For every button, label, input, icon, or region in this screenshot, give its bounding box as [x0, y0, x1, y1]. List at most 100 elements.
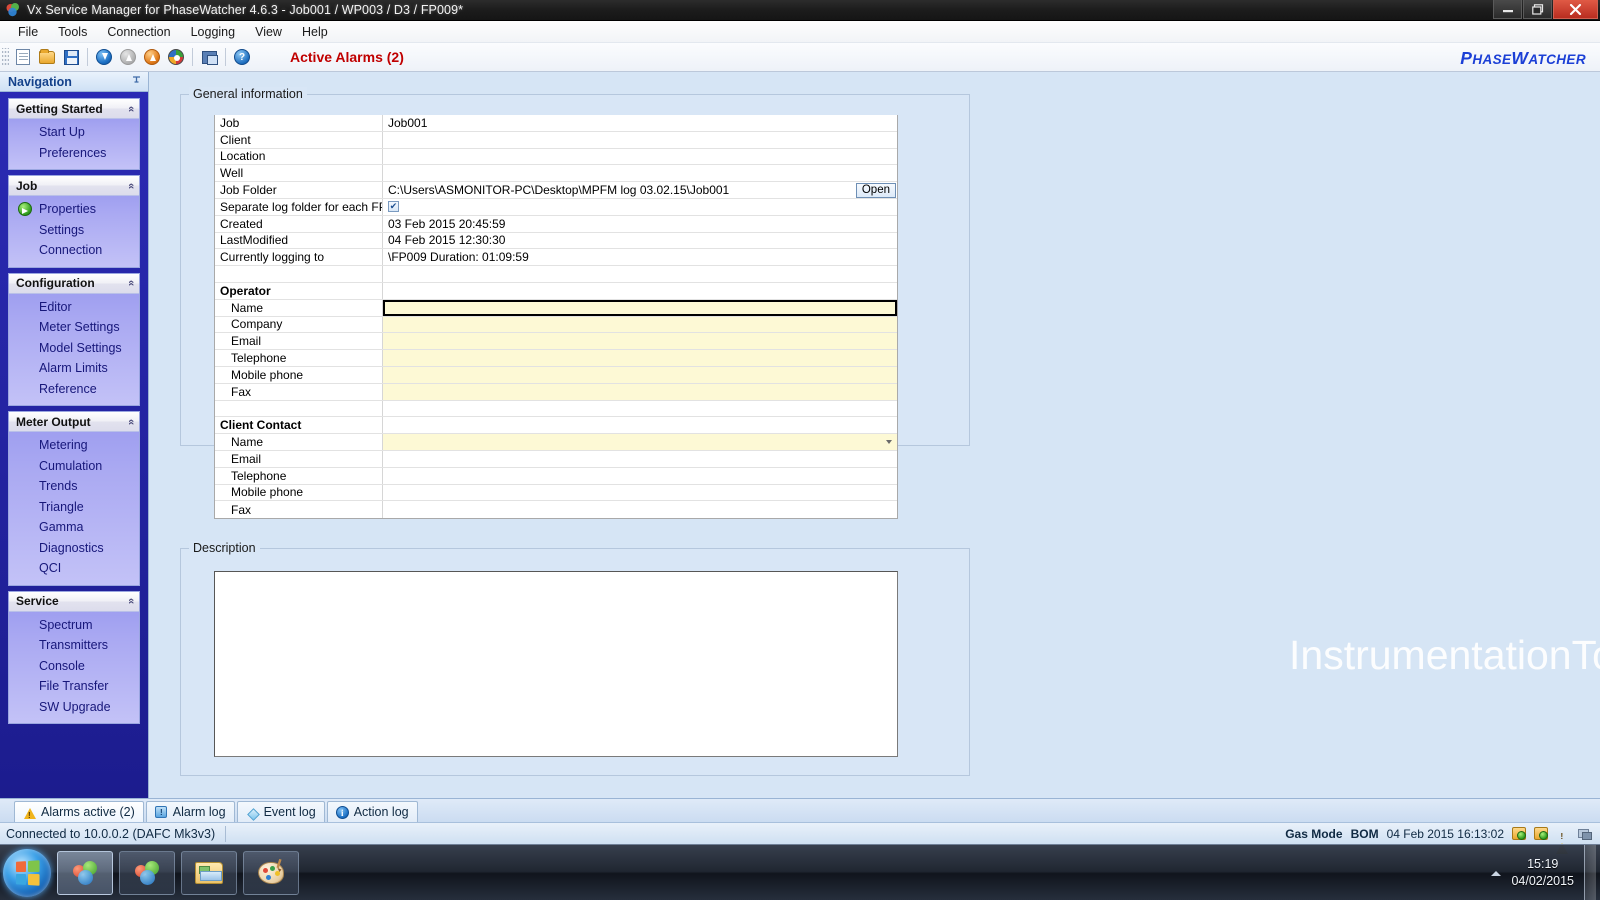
- tab-label: Event log: [263, 805, 316, 819]
- property-value[interactable]: [383, 148, 897, 165]
- property-value[interactable]: [383, 299, 897, 316]
- property-value[interactable]: [383, 333, 897, 350]
- sidebar-item-label: Triangle: [39, 499, 84, 514]
- chevron-up-icon[interactable]: «: [125, 280, 137, 286]
- upload-button[interactable]: [140, 45, 164, 69]
- property-value[interactable]: [383, 434, 897, 450]
- tab-action-log[interactable]: i Action log: [326, 801, 418, 822]
- nav-group-header-service[interactable]: Service «: [9, 591, 139, 612]
- active-alarms-label[interactable]: Active Alarms (2): [290, 49, 404, 65]
- property-value[interactable]: ✔: [383, 198, 897, 215]
- property-value[interactable]: [383, 467, 897, 484]
- sidebar-item-console[interactable]: Console: [9, 656, 139, 677]
- sidebar-item-file-transfer[interactable]: File Transfer: [9, 676, 139, 697]
- separate-log-folder-checkbox[interactable]: ✔: [388, 201, 399, 213]
- maximize-button[interactable]: [1523, 0, 1552, 19]
- taskbar-vx-service-manager[interactable]: [57, 850, 113, 895]
- save-job-button[interactable]: [59, 45, 83, 69]
- taskbar-paint[interactable]: [243, 850, 299, 895]
- sidebar-item-trends[interactable]: Trends: [9, 476, 139, 497]
- sidebar-item-meter-settings[interactable]: Meter Settings: [9, 317, 139, 338]
- logo-w: W: [1511, 48, 1529, 68]
- property-value[interactable]: [383, 383, 897, 400]
- title-bar: Vx Service Manager for PhaseWatcher 4.6.…: [0, 0, 1600, 21]
- sidebar-item-cumulation[interactable]: Cumulation: [9, 456, 139, 477]
- chevron-up-icon[interactable]: «: [125, 105, 137, 111]
- sidebar-item-label: SW Upgrade: [39, 699, 111, 714]
- show-hidden-icons-button[interactable]: [1491, 870, 1502, 876]
- sidebar-item-editor[interactable]: Editor: [9, 297, 139, 318]
- pin-icon[interactable]: [131, 75, 142, 89]
- new-job-button[interactable]: [11, 45, 35, 69]
- taskbar-windows-explorer[interactable]: [181, 850, 237, 895]
- nav-group-header-configuration[interactable]: Configuration «: [9, 273, 139, 294]
- chevron-up-icon[interactable]: «: [125, 418, 137, 424]
- property-value[interactable]: 04 Feb 2015 12:30:30: [383, 232, 897, 249]
- menu-tools[interactable]: Tools: [48, 23, 97, 41]
- minimize-button[interactable]: [1493, 0, 1522, 19]
- description-title: Description: [189, 541, 260, 555]
- sidebar-item-metering[interactable]: Metering: [9, 435, 139, 456]
- sidebar-item-alarm-limits[interactable]: Alarm Limits: [9, 358, 139, 379]
- property-value[interactable]: [383, 366, 897, 383]
- menu-view[interactable]: View: [245, 23, 292, 41]
- tab-alarm-log[interactable]: ! Alarm log: [145, 801, 235, 822]
- property-value[interactable]: [383, 450, 897, 467]
- property-value[interactable]: [383, 131, 897, 148]
- property-value[interactable]: [383, 484, 897, 501]
- sidebar-item-sw-upgrade[interactable]: SW Upgrade: [9, 697, 139, 718]
- property-value[interactable]: [383, 316, 897, 333]
- app-icon: [5, 2, 21, 18]
- nav-group-header-meter-output[interactable]: Meter Output «: [9, 412, 139, 432]
- taskbar-clock[interactable]: 15:19 04/02/2015: [1511, 856, 1574, 890]
- menu-file[interactable]: File: [8, 23, 48, 41]
- open-job-button[interactable]: [35, 45, 59, 69]
- description-textarea[interactable]: [214, 571, 898, 757]
- sidebar-item-triangle[interactable]: Triangle: [9, 497, 139, 518]
- nav-group-header-job[interactable]: Job «: [9, 176, 139, 196]
- property-value[interactable]: C:\Users\ASMONITOR-PC\Desktop\MPFM log 0…: [383, 182, 897, 198]
- tab-alarms-active-2[interactable]: Alarms active (2): [14, 801, 144, 822]
- menu-connection[interactable]: Connection: [97, 23, 180, 41]
- property-value[interactable]: [383, 350, 897, 366]
- chevron-down-icon[interactable]: [886, 440, 892, 445]
- open-folder-button[interactable]: Open: [855, 182, 896, 198]
- chevron-up-icon[interactable]: «: [125, 598, 137, 604]
- start-button[interactable]: [3, 848, 51, 897]
- help-button[interactable]: ?: [230, 45, 254, 69]
- sync-yellow-icon-2[interactable]: [1534, 827, 1548, 840]
- property-value[interactable]: \FP009 Duration: 01:09:59: [383, 249, 897, 266]
- taskbar-vx-second-window[interactable]: [119, 850, 175, 895]
- download-button[interactable]: [92, 45, 116, 69]
- sidebar-item-reference[interactable]: Reference: [9, 379, 139, 400]
- sidebar-item-settings[interactable]: Settings: [9, 220, 139, 241]
- warning-icon[interactable]: [1556, 827, 1570, 854]
- sidebar-item-diagnostics[interactable]: Diagnostics: [9, 538, 139, 559]
- refresh-button[interactable]: [164, 45, 188, 69]
- sidebar-item-spectrum[interactable]: Spectrum: [9, 615, 139, 636]
- menu-logging[interactable]: Logging: [181, 23, 246, 41]
- chevron-up-icon[interactable]: «: [125, 182, 137, 188]
- sidebar-item-model-settings[interactable]: Model Settings: [9, 338, 139, 359]
- close-button[interactable]: [1553, 0, 1598, 19]
- menu-help[interactable]: Help: [292, 23, 338, 41]
- window-button[interactable]: [197, 45, 221, 69]
- toolbar-grip[interactable]: [2, 48, 9, 66]
- sidebar-item-gamma[interactable]: Gamma: [9, 517, 139, 538]
- sidebar-item-properties[interactable]: Properties: [9, 199, 139, 220]
- property-value[interactable]: [383, 165, 897, 182]
- sidebar-item-start-up[interactable]: Start Up: [9, 122, 139, 143]
- sidebar-item-preferences[interactable]: Preferences: [9, 143, 139, 164]
- property-value[interactable]: 03 Feb 2015 20:45:59: [383, 215, 897, 232]
- show-desktop-button[interactable]: [1584, 845, 1596, 900]
- property-value[interactable]: [383, 501, 897, 519]
- sidebar-item-connection[interactable]: Connection: [9, 240, 139, 261]
- sidebar-item-transmitters[interactable]: Transmitters: [9, 635, 139, 656]
- tab-event-log[interactable]: Event log: [236, 801, 325, 822]
- network-icon[interactable]: [1578, 828, 1592, 840]
- property-value[interactable]: Job001: [383, 115, 897, 131]
- sidebar-item-qci[interactable]: QCI: [9, 558, 139, 579]
- property-row: Mobile phone: [215, 366, 897, 384]
- sync-yellow-icon-1[interactable]: [1512, 827, 1526, 840]
- nav-group-header-getting-started[interactable]: Getting Started «: [9, 99, 139, 119]
